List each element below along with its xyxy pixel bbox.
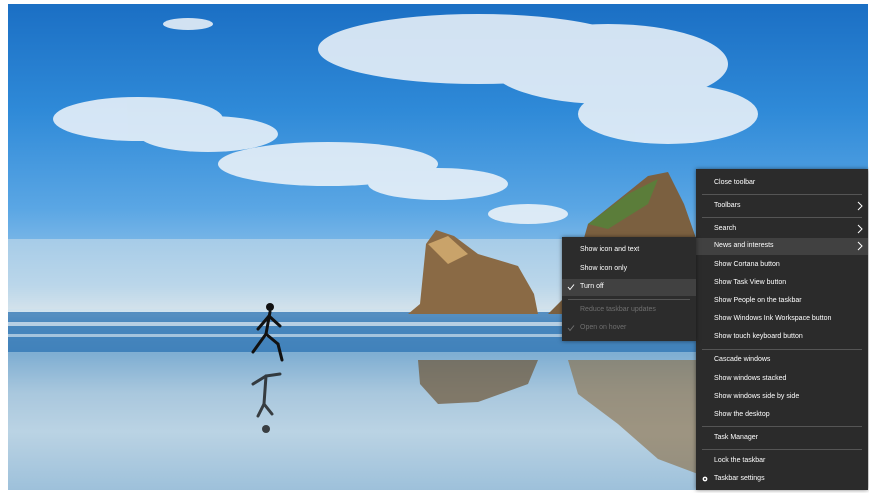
menu-item-label: Task Manager [714, 434, 758, 441]
submenu-item-label: Open on hover [580, 324, 627, 331]
menu-separator [702, 217, 862, 218]
menu-item-label: Close toolbar [714, 179, 756, 186]
menu-item-label: Show windows stacked [714, 375, 787, 382]
menu-item-label: Taskbar settings [714, 475, 765, 482]
chevron-right-icon [857, 241, 863, 251]
menu-item-label: Show the desktop [714, 411, 770, 418]
menu-item-label: Show People on the taskbar [714, 297, 802, 304]
menu-item-label: Show Task View button [714, 279, 787, 286]
menu-item-lock-the-taskbar[interactable]: Lock the taskbar [696, 453, 868, 470]
menu-item-show-touch-keyboard[interactable]: Show touch keyboard button [696, 329, 868, 346]
menu-item-close-toolbar[interactable]: Close toolbar [696, 175, 868, 192]
submenu-item-show-icon-only[interactable]: Show icon only [562, 261, 696, 278]
menu-separator [702, 194, 862, 195]
menu-item-show-task-view-button[interactable]: Show Task View button [696, 275, 868, 292]
menu-item-toolbars[interactable]: Toolbars [696, 198, 868, 215]
menu-item-label: Show windows side by side [714, 393, 800, 400]
submenu-item-label: Reduce taskbar updates [580, 306, 656, 313]
menu-item-news-and-interests[interactable]: News and interests [696, 238, 868, 255]
menu-separator [568, 299, 690, 300]
submenu-item-open-on-hover: Open on hover [562, 320, 696, 337]
submenu-item-label: Turn off [580, 283, 604, 290]
menu-item-task-manager[interactable]: Task Manager [696, 430, 868, 447]
menu-item-label: Lock the taskbar [714, 457, 766, 464]
menu-item-taskbar-settings[interactable]: Taskbar settings [696, 471, 868, 488]
menu-item-label: Show Windows Ink Workspace button [714, 315, 832, 322]
menu-item-show-the-desktop[interactable]: Show the desktop [696, 407, 868, 424]
menu-item-show-windows-side-by-side[interactable]: Show windows side by side [696, 389, 868, 406]
menu-item-show-windows-stacked[interactable]: Show windows stacked [696, 371, 868, 388]
menu-separator [702, 449, 862, 450]
menu-item-label: Cascade windows [714, 356, 771, 363]
menu-item-label: Show touch keyboard button [714, 333, 803, 340]
submenu-item-reduce-taskbar-updates: Reduce taskbar updates [562, 302, 696, 319]
checkmark-icon [567, 284, 575, 291]
gear-icon [702, 476, 708, 482]
menu-separator [702, 349, 862, 350]
checkmark-icon [567, 325, 575, 332]
menu-separator [702, 426, 862, 427]
menu-item-label: News and interests [714, 242, 774, 249]
submenu-item-turn-off[interactable]: Turn off [562, 279, 696, 296]
menu-item-search[interactable]: Search [696, 221, 868, 238]
menu-item-label: Search [714, 225, 737, 232]
news-and-interests-submenu: Show icon and text Show icon only Turn o… [562, 237, 696, 341]
taskbar-context-menu: Close toolbar Toolbars Search News and i… [696, 169, 868, 490]
menu-item-label: Show Cortana button [714, 261, 780, 268]
menu-item-cascade-windows[interactable]: Cascade windows [696, 352, 868, 369]
menu-item-show-ink-workspace[interactable]: Show Windows Ink Workspace button [696, 311, 868, 328]
submenu-item-label: Show icon and text [580, 246, 640, 253]
menu-item-label: Toolbars [714, 202, 741, 209]
chevron-right-icon [857, 224, 863, 234]
submenu-item-show-icon-and-text[interactable]: Show icon and text [562, 242, 696, 259]
submenu-item-label: Show icon only [580, 265, 628, 272]
menu-item-show-cortana-button[interactable]: Show Cortana button [696, 257, 868, 274]
chevron-right-icon [857, 201, 863, 211]
menu-item-show-people[interactable]: Show People on the taskbar [696, 293, 868, 310]
